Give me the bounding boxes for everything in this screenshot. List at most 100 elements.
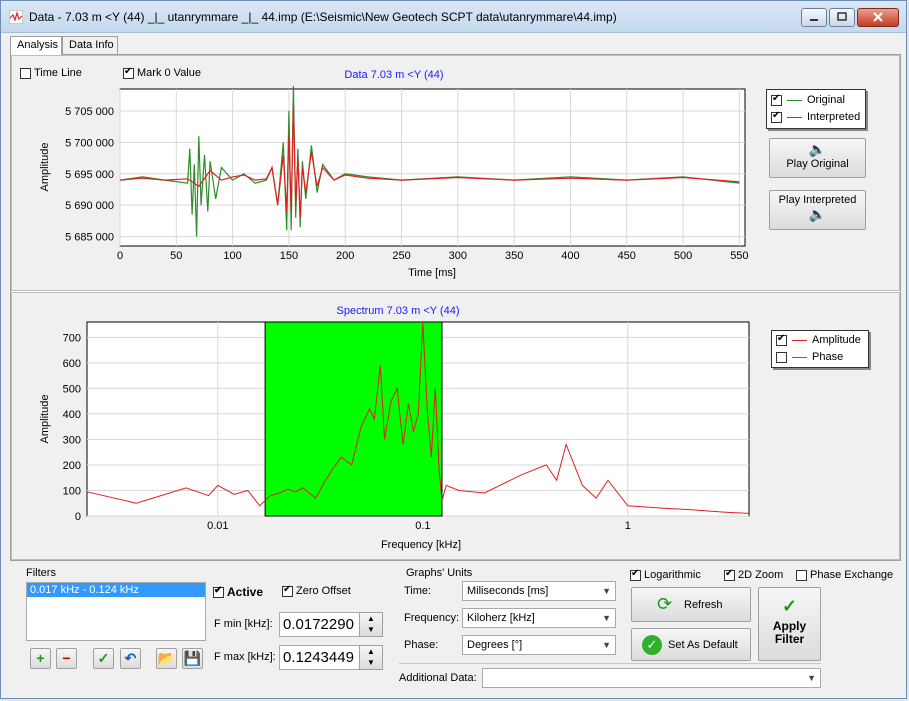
spectrum-x-tick-label: 0.1 [415,520,430,532]
units-group-label: Graphs' Units [406,567,473,579]
spectrum-y-tick-label: 400 [63,409,81,421]
zoom2d-box [724,568,735,581]
time-unit-value: Miliseconds [ms] [467,585,549,597]
phase-unit-select[interactable]: Degrees [°] ▼ [462,635,616,655]
legend-amplitude[interactable]: Amplitude [776,333,861,346]
data-y-tick-label: 5 690 000 [65,200,114,212]
active-label: Active [227,585,264,599]
spectrum-ylabel: Amplitude [39,395,51,444]
remove-filter-button[interactable]: − [56,648,77,669]
undo-icon: ↶ [124,650,137,666]
phase-exchange-label: Phase Exchange [810,569,894,581]
chevron-down-icon: ▼ [602,586,611,596]
data-x-tick-label: 0 [117,250,123,262]
time-unit-select[interactable]: Miliseconds [ms] ▼ [462,581,616,601]
legend-phase[interactable]: Phase [776,351,843,363]
zoom2d-checkbox[interactable]: 2D Zoom [724,568,784,581]
refresh-button[interactable]: ⟳ Refresh [631,587,751,622]
spectrum-chart-title: Spectrum 7.03 m <Y (44) [337,305,460,317]
data-y-tick-label: 5 700 000 [65,137,114,149]
save-filter-button[interactable]: 💾 [182,648,203,669]
tab-data-info[interactable]: Data Info [62,36,118,54]
logarithmic-box [630,568,641,581]
additional-data-label: Additional Data: [399,672,477,684]
accept-filter-button[interactable]: ✓ [93,648,114,669]
legend-phase-box [776,351,787,363]
refresh-icon: ⟳ [657,594,673,614]
minimize-button[interactable] [801,8,827,27]
set-as-default-button[interactable]: ✓ Set As Default [631,628,751,661]
zero-offset-box [282,584,293,597]
tab-analysis[interactable]: Analysis [10,36,62,55]
legend-original[interactable]: Original [771,93,845,106]
spectrum-y-tick-label: 100 [63,485,81,497]
data-x-tick-label: 550 [730,250,748,262]
phase-exchange-box [796,569,807,581]
legend-amplitude-swatch [792,339,807,341]
fmin-spinner[interactable]: ▲ ▼ [359,612,383,637]
spectrum-chart-panel: Spectrum 7.03 m <Y (44) 0.01 0.1 1 700 600 50… [11,292,900,560]
set-as-default-label: Set As Default [668,639,738,651]
apply-filter-button[interactable]: ✓ Apply Filter [758,587,821,661]
data-chart-title: Data 7.03 m <Y (44) [344,69,443,81]
minus-icon: − [62,650,71,666]
spectrum-chart[interactable]: Spectrum 7.03 m <Y (44) 0.01 0.1 1 700 600 50… [12,293,757,559]
chevron-down-icon: ▼ [807,673,816,683]
data-x-tick-label: 400 [561,250,579,262]
filter-list-item[interactable]: 0.017 kHz - 0.124 kHz [27,583,205,597]
zero-offset-checkbox[interactable]: Zero Offset [282,584,351,597]
logarithmic-checkbox[interactable]: Logarithmic [630,568,701,581]
close-button[interactable] [857,8,899,27]
data-x-tick-label: 50 [170,250,182,262]
spin-down-icon: ▼ [367,625,375,634]
data-chart-panel: Time Line Mark 0 Value Data 7.03 m <Y (4… [11,55,900,291]
play-original-button[interactable]: 🔈 Play Original [769,138,866,178]
legend-interpreted-label: Interpreted [807,111,861,123]
phase-exchange-checkbox[interactable]: Phase Exchange [796,569,893,581]
speaker-icon: 🔈 [808,206,827,222]
play-interpreted-button[interactable]: Play Interpreted 🔈 [769,190,866,230]
data-x-tick-label: 450 [618,250,636,262]
analysis-panel: Time Line Mark 0 Value Data 7.03 m <Y (4… [10,54,901,561]
close-icon [873,12,883,22]
frequency-unit-select[interactable]: Kiloherz [kHz] ▼ [462,608,616,628]
active-checkbox[interactable]: Active [213,585,263,599]
main-window: Data - 7.03 m <Y (44) _|_ utanrymmare _|… [0,0,907,699]
legend-interpreted-swatch [787,116,802,118]
data-x-tick-label: 150 [280,250,298,262]
filters-list[interactable]: 0.017 kHz - 0.124 kHz [26,582,206,641]
data-x-tick-label: 250 [392,250,410,262]
fmin-input[interactable]: 0.0172290 [279,612,360,637]
data-ylabel: Amplitude [39,143,51,192]
data-x-tick-label: 350 [505,250,523,262]
window-title: Data - 7.03 m <Y (44) _|_ utanrymmare _|… [29,10,617,24]
legend-original-label: Original [807,94,845,106]
additional-data-select[interactable]: ▼ [482,668,821,688]
fmax-input[interactable]: 0.1243449 [279,645,360,670]
app-icon [9,10,23,24]
add-filter-button[interactable]: + [30,648,51,669]
spectrum-xlabel: Frequency [kHz] [381,539,461,551]
fmax-spinner[interactable]: ▲ ▼ [359,645,383,670]
legend-phase-swatch [792,356,807,358]
data-chart[interactable]: Data 7.03 m <Y (44) 0 50 100 150 200 250 300 35… [12,56,757,290]
undo-filter-button[interactable]: ↶ [120,648,141,669]
play-interpreted-label: Play Interpreted [778,194,857,206]
units-divider [399,663,821,664]
speaker-icon: 🔈 [808,141,827,157]
phase-unit-value: Degrees [°] [467,639,523,651]
plus-icon: + [36,650,45,666]
spectrum-legend: Amplitude Phase [771,330,869,368]
legend-interpreted[interactable]: Interpreted [771,110,861,123]
spectrum-y-tick-label: 500 [63,383,81,395]
legend-original-swatch [787,99,802,101]
maximize-button[interactable] [829,8,855,27]
open-filter-button[interactable]: 📂 [156,648,177,669]
legend-original-box [771,93,782,106]
spin-up-icon: ▲ [367,614,375,623]
apply-filter-label: Apply Filter [772,619,807,646]
zoom2d-label: 2D Zoom [738,569,784,581]
active-box [213,585,224,598]
zero-offset-label: Zero Offset [296,585,351,597]
spectrum-y-tick-label: 300 [63,434,81,446]
